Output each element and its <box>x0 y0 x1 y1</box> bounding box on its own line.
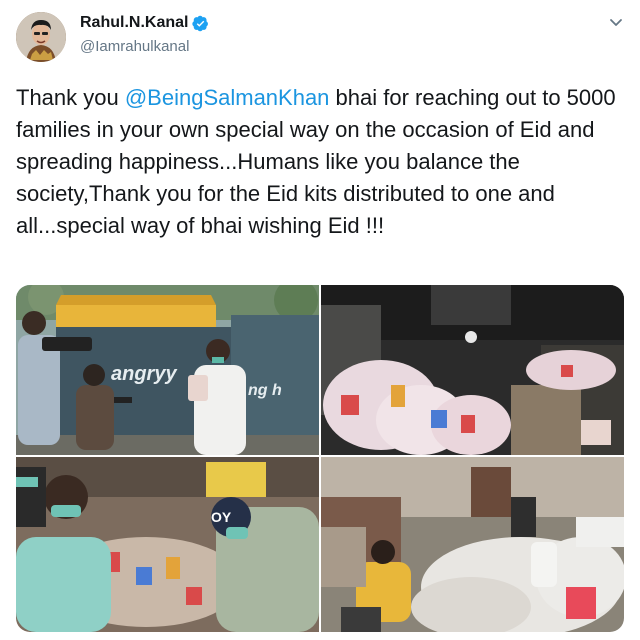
photo-volunteers-packing[interactable]: OY <box>16 457 319 632</box>
truck-lettering-2: ng h <box>248 382 282 399</box>
avatar[interactable] <box>16 12 66 62</box>
photo-truck-interview[interactable]: angryy ng h <box>16 285 319 455</box>
tweet-card: Rahul.N.Kanal @Iamrahulkanal Thank you @… <box>0 0 640 640</box>
user-name[interactable]: Rahul.N.Kanal <box>80 14 188 32</box>
media-grid: angryy ng h OY <box>16 285 624 632</box>
truck-lettering-1: angryy <box>111 363 177 385</box>
photo-packed-bags-room[interactable] <box>321 285 624 455</box>
mention-link[interactable]: @BeingSalmanKhan <box>125 85 330 110</box>
user-handle[interactable]: @Iamrahulkanal <box>80 38 189 55</box>
verified-badge-icon <box>192 15 209 31</box>
user-name-row: Rahul.N.Kanal <box>80 14 209 32</box>
photo-man-among-sacks[interactable] <box>321 457 624 632</box>
tweet-text: Thank you @BeingSalmanKhan bhai for reac… <box>16 82 628 242</box>
svg-text:OY: OY <box>211 509 232 525</box>
tweet-text-start: Thank you <box>16 85 125 110</box>
chevron-down-icon[interactable] <box>608 14 624 30</box>
